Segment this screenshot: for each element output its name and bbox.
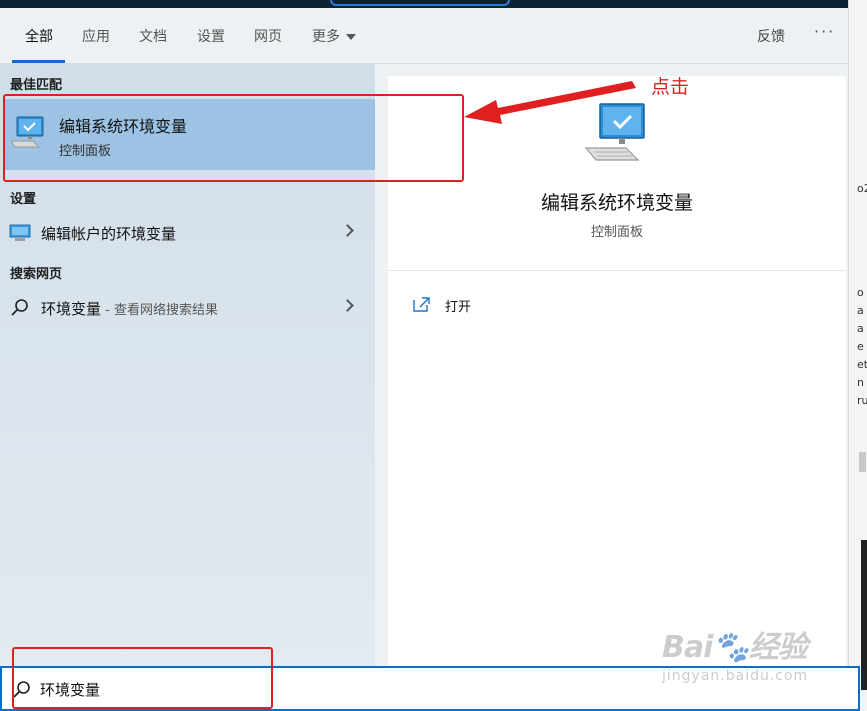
tab-settings[interactable]: 设置 — [197, 26, 225, 46]
background-text: et — [857, 358, 867, 371]
feedback-button[interactable]: 反馈 — [757, 26, 785, 46]
background-text: o — [857, 286, 864, 299]
background-text: n — [857, 376, 864, 389]
open-action-label: 打开 — [445, 300, 472, 315]
settings-result-item[interactable]: 编辑帐户的环境变量 — [0, 214, 375, 252]
divider — [388, 270, 846, 271]
search-icon — [11, 299, 28, 316]
background-glow — [330, 0, 510, 6]
computer-monitor-icon — [584, 103, 645, 161]
tab-documents[interactable]: 文档 — [139, 26, 167, 46]
annotation-callout: 点击 — [651, 76, 690, 98]
web-result-title: 环境变量 - 查看网络搜索结果 — [41, 298, 218, 319]
baidu-jingyan-watermark: Bai🐾经验 jingyan.baidu.com — [662, 622, 808, 684]
filter-tab-bar: 全部 应用 文档 设置 网页 更多 反馈 ··· — [0, 8, 848, 64]
annotation-highlight-search-box — [12, 647, 273, 709]
web-result-item[interactable]: 环境变量 - 查看网络搜索结果 — [0, 289, 375, 327]
background-text: a — [857, 304, 864, 317]
chevron-right-icon[interactable] — [341, 299, 354, 312]
open-external-icon — [413, 297, 430, 312]
chevron-down-icon — [346, 34, 356, 40]
monitor-settings-icon — [9, 224, 31, 241]
tab-more-label: 更多 — [312, 29, 340, 45]
chevron-right-icon[interactable] — [341, 224, 354, 237]
tab-apps[interactable]: 应用 — [82, 26, 110, 46]
tab-web[interactable]: 网页 — [254, 26, 282, 46]
settings-heading: 设置 — [10, 192, 37, 207]
web-search-heading: 搜索网页 — [10, 267, 63, 282]
background-text: e — [857, 340, 864, 353]
web-result-query: 环境变量 — [41, 300, 102, 318]
settings-result-title: 编辑帐户的环境变量 — [41, 225, 177, 243]
annotation-highlight-best-match — [3, 94, 464, 182]
active-tab-indicator — [12, 60, 65, 63]
background-text: ru — [857, 394, 867, 407]
tab-more[interactable]: 更多 — [312, 26, 356, 46]
best-match-heading: 最佳匹配 — [10, 78, 63, 93]
desktop-background-strip — [0, 0, 867, 8]
more-options-button[interactable]: ··· — [814, 22, 835, 41]
background-dark-bar — [861, 540, 867, 690]
preview-title: 编辑系统环境变量 — [540, 192, 693, 214]
background-text: a — [857, 322, 864, 335]
background-text: o2 — [857, 182, 867, 195]
background-scrollbar-thumb — [859, 452, 866, 472]
watermark-logo: Bai🐾经验 — [662, 630, 808, 665]
tab-all[interactable]: 全部 — [25, 26, 53, 46]
preview-subtitle: 控制面板 — [590, 225, 643, 240]
web-result-hint: - 查看网络搜索结果 — [101, 303, 218, 318]
background-window-edge: o2 o a a e et n ru — [848, 0, 867, 711]
watermark-url: jingyan.baidu.com — [662, 668, 809, 684]
